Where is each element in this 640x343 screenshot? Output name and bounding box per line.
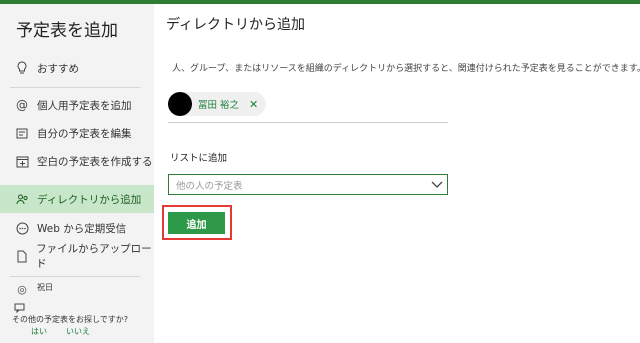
sidebar-item-label: Web から定期受信 — [37, 222, 127, 235]
sidebar-item-label: ファイルからアップロード — [36, 243, 152, 270]
feedback-question: その他の予定表をお探しですか? — [12, 315, 129, 324]
sidebar-item-web-subscribe[interactable]: Web から定期受信 — [0, 214, 154, 242]
more-icon — [15, 221, 29, 235]
sidebar-item-file-upload[interactable]: ファイルからアップロード — [0, 242, 154, 270]
sidebar-item-label: 空白の予定表を作成する — [37, 155, 153, 168]
divider — [168, 122, 448, 123]
sidebar-item-holidays[interactable]: ◎ 祝日 — [0, 282, 154, 298]
sidebar-item-create-calendar[interactable]: 空白の予定表を作成する — [0, 147, 154, 175]
sidebar-item-directory[interactable]: ディレクトリから追加 — [0, 185, 154, 213]
sidebar-divider — [10, 87, 140, 88]
sidebar-item-label: ディレクトリから追加 — [37, 193, 142, 206]
sidebar-divider — [10, 276, 140, 277]
sidebar-item-label: 祝日 — [37, 283, 53, 292]
sidebar-item-label: 自分の予定表を編集 — [37, 127, 132, 140]
description-text: 人、グループ、またはリソースを組織のディレクトリから選択すると、関連付けられた予… — [172, 64, 640, 74]
add-button[interactable]: 追加 — [168, 212, 225, 234]
calendar-select-dropdown[interactable]: 他の人の予定表 — [168, 174, 448, 195]
feedback-yes-link[interactable]: はい — [31, 326, 47, 337]
chevron-down-icon — [427, 175, 447, 195]
sidebar-item-personal-calendar[interactable]: @ 個人用予定表を追加 — [0, 91, 154, 119]
feedback-no-link[interactable]: いいえ — [66, 326, 90, 337]
sidebar: 予定表を追加 おすすめ @ 個人用予定表を追加 自分の予定表を編集 空白の予定表… — [0, 4, 154, 343]
lightbulb-icon — [15, 61, 29, 75]
person-name: 冨田 裕之 — [198, 100, 240, 111]
people-icon — [15, 192, 29, 206]
edit-calendar-icon — [15, 126, 29, 140]
add-to-list-label: リストに追加 — [170, 153, 228, 164]
sidebar-item-recommended[interactable]: おすすめ — [0, 54, 154, 82]
globe-icon: ◎ — [17, 282, 27, 296]
avatar — [168, 92, 192, 116]
sidebar-item-label: 個人用予定表を追加 — [37, 99, 132, 112]
selected-person-chip: 冨田 裕之 ✕ — [168, 92, 267, 116]
calendar-plus-icon — [15, 154, 29, 168]
at-icon: @ — [16, 98, 28, 112]
select-placeholder: 他の人の予定表 — [176, 180, 243, 192]
page-title: ディレクトリから追加 — [166, 17, 306, 33]
sidebar-item-label: おすすめ — [37, 62, 79, 75]
sidebar-title: 予定表を追加 — [16, 21, 118, 41]
file-upload-icon — [15, 249, 28, 263]
sidebar-item-edit-calendar[interactable]: 自分の予定表を編集 — [0, 119, 154, 147]
close-icon[interactable]: ✕ — [249, 98, 258, 111]
